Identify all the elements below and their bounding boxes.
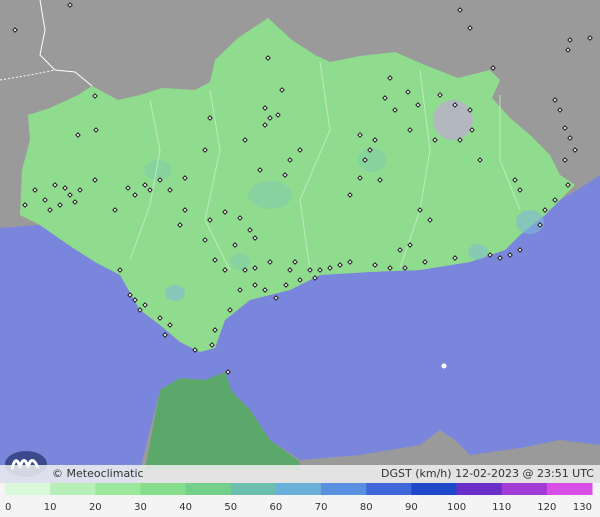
legend-tick-label: 10 — [44, 502, 57, 513]
legend-color-swatch — [275, 483, 322, 495]
legend-color-swatch — [185, 483, 232, 495]
color-scale-legend: 0 10 20 30 40 50 60 70 80 90 100 110 120 130 — [0, 483, 600, 517]
legend-color-swatch — [501, 483, 548, 495]
legend-color-swatch — [5, 483, 51, 495]
calm-area — [433, 100, 473, 140]
legend-color-swatch — [140, 483, 187, 495]
gust-cell — [248, 181, 292, 209]
legend-tick-label: 50 — [224, 502, 237, 513]
product-label: DGST (km/h) 12-02-2023 @ 23:51 UTC — [381, 467, 594, 480]
copyright-label: © Meteoclimatic — [52, 467, 144, 480]
gust-cell — [230, 254, 250, 270]
island-marker — [441, 363, 447, 369]
legend-tick-label: 130 — [573, 502, 592, 513]
legend-color-swatch — [50, 483, 96, 495]
legend-tick-label: 70 — [315, 502, 328, 513]
legend-color-swatch — [321, 483, 367, 495]
gust-cell — [165, 285, 185, 301]
legend-tick-label: 0 — [5, 502, 11, 513]
legend-tick-label: 120 — [537, 502, 556, 513]
legend-color-swatch — [456, 483, 503, 495]
legend-tick-label: 80 — [360, 502, 373, 513]
legend-tick-label: 60 — [270, 502, 283, 513]
gust-cell — [516, 210, 544, 234]
legend-tick-label: 110 — [492, 502, 511, 513]
legend-tick-label: 40 — [179, 502, 192, 513]
legend-tick-label: 90 — [405, 502, 418, 513]
legend-color-swatch — [95, 483, 141, 495]
legend-color-swatch — [230, 483, 277, 495]
gust-cell — [468, 244, 488, 260]
info-bar: © Meteoclimatic DGST (km/h) 12-02-2023 @… — [0, 465, 600, 483]
legend-color-swatch — [366, 483, 412, 495]
legend-color-swatch — [411, 483, 458, 495]
wind-gust-map — [0, 0, 600, 517]
legend-tick-label: 30 — [134, 502, 147, 513]
legend-tick-label: 20 — [89, 502, 102, 513]
legend-tick-label: 100 — [447, 502, 466, 513]
legend-color-swatch — [546, 483, 593, 495]
